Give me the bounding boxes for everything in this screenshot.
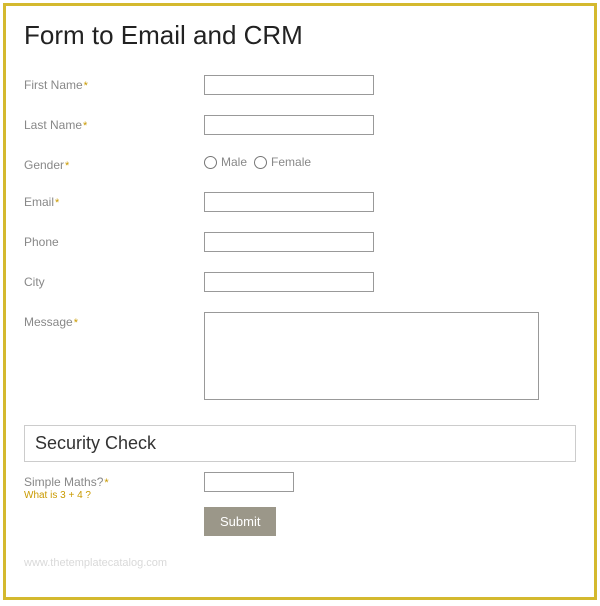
security-check-header: Security Check <box>24 425 576 462</box>
city-input[interactable] <box>204 272 374 292</box>
form-container: Form to Email and CRM First Name* Last N… <box>3 3 597 600</box>
input-col-email <box>204 192 576 212</box>
required-mark: * <box>83 120 87 132</box>
input-col-gender: Male Female <box>204 155 576 169</box>
input-col-last-name <box>204 115 576 135</box>
label-text-phone: Phone <box>24 235 59 249</box>
first-name-input[interactable] <box>204 75 374 95</box>
label-gender: Gender* <box>24 155 204 172</box>
gender-male-label: Male <box>221 155 247 169</box>
gender-radio-group: Male Female <box>204 155 576 169</box>
label-text-first-name: First Name <box>24 78 83 92</box>
label-email: Email* <box>24 192 204 209</box>
required-mark: * <box>74 317 78 329</box>
email-input[interactable] <box>204 192 374 212</box>
label-text-email: Email <box>24 195 54 209</box>
required-mark: * <box>55 197 59 209</box>
label-text-city: City <box>24 275 45 289</box>
row-phone: Phone <box>24 232 576 252</box>
row-city: City <box>24 272 576 292</box>
gender-female-radio[interactable] <box>254 156 267 169</box>
row-first-name: First Name* <box>24 75 576 95</box>
page-title: Form to Email and CRM <box>24 20 576 51</box>
required-mark: * <box>104 477 108 489</box>
label-text-maths: Simple Maths? <box>24 475 103 489</box>
label-text-last-name: Last Name <box>24 118 82 132</box>
row-last-name: Last Name* <box>24 115 576 135</box>
gender-female-label: Female <box>271 155 311 169</box>
maths-input[interactable] <box>204 472 294 492</box>
label-phone: Phone <box>24 232 204 249</box>
submit-button[interactable]: Submit <box>204 507 276 536</box>
label-text-message: Message <box>24 315 73 329</box>
input-col-first-name <box>204 75 576 95</box>
label-maths: Simple Maths?* What is 3 + 4 ? <box>24 472 204 501</box>
label-city: City <box>24 272 204 289</box>
label-text-gender: Gender <box>24 158 64 172</box>
row-email: Email* <box>24 192 576 212</box>
input-col-message <box>204 312 576 405</box>
label-message: Message* <box>24 312 204 329</box>
phone-input[interactable] <box>204 232 374 252</box>
input-col-maths <box>204 472 576 492</box>
watermark: www.thetemplatecatalog.com <box>24 557 167 569</box>
last-name-input[interactable] <box>204 115 374 135</box>
row-message: Message* <box>24 312 576 405</box>
input-col-city <box>204 272 576 292</box>
required-mark: * <box>65 160 69 172</box>
submit-row: Submit <box>24 507 576 536</box>
label-last-name: Last Name* <box>24 115 204 132</box>
required-mark: * <box>84 80 88 92</box>
row-maths: Simple Maths?* What is 3 + 4 ? <box>24 472 576 501</box>
label-first-name: First Name* <box>24 75 204 92</box>
submit-spacer <box>24 507 204 536</box>
maths-hint: What is 3 + 4 ? <box>24 490 204 501</box>
message-textarea[interactable] <box>204 312 539 400</box>
gender-male-radio[interactable] <box>204 156 217 169</box>
input-col-phone <box>204 232 576 252</box>
row-gender: Gender* Male Female <box>24 155 576 172</box>
